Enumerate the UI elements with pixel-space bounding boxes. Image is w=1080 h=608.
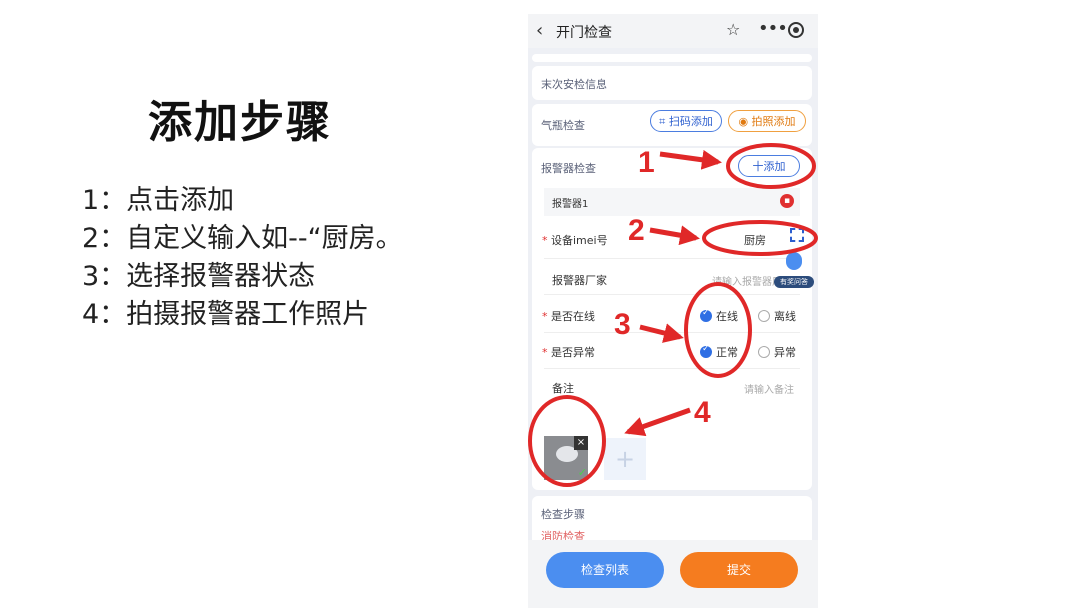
annotation-arrow-1	[659, 149, 722, 170]
annotation-layer: 1 2 3 4	[528, 143, 818, 487]
annotation-number-2: 2	[628, 214, 645, 247]
annotation-circle-4	[528, 395, 606, 487]
annotation-circle-1	[726, 143, 816, 189]
annotation-arrow-3	[639, 323, 684, 343]
annotation-arrow-4	[624, 407, 691, 437]
annotation-number-4: 4	[694, 396, 711, 429]
annotation-number-3: 3	[614, 308, 631, 341]
annotation-circle-3	[684, 282, 752, 378]
annotation-number-1: 1	[638, 146, 655, 179]
annotation-arrow-2	[649, 225, 700, 246]
annotation-circle-2	[702, 220, 818, 256]
